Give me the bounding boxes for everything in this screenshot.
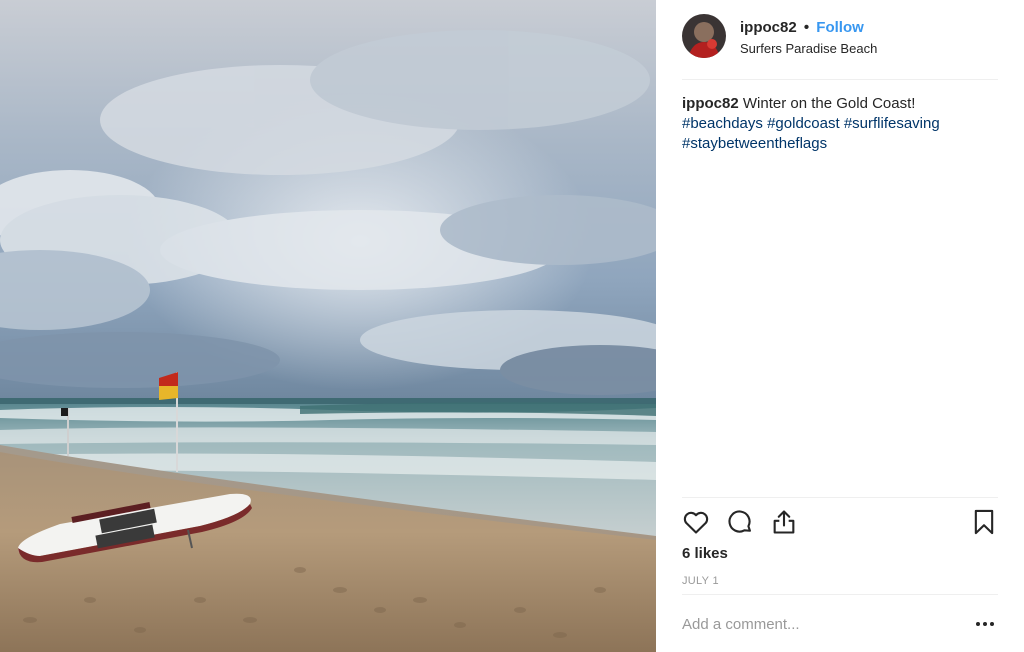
post-action-bar xyxy=(682,497,998,547)
post-header: ippoc82 • Follow Surfers Paradise Beach xyxy=(682,14,998,80)
heart-icon xyxy=(683,511,709,534)
location-link[interactable]: Surfers Paradise Beach xyxy=(740,41,877,56)
caption-text: Winter on the Gold Coast! xyxy=(742,95,916,112)
caption-username[interactable]: ippoc82 xyxy=(682,95,739,112)
like-button[interactable] xyxy=(682,508,710,536)
more-dots-icon xyxy=(976,622,994,626)
post-date: JULY 1 xyxy=(682,575,719,587)
hashtag-link[interactable]: #goldcoast xyxy=(767,115,840,132)
share-button[interactable] xyxy=(770,508,798,536)
username-follow-line: ippoc82 • Follow xyxy=(740,19,864,37)
avatar-image-icon xyxy=(682,14,726,58)
more-options-button[interactable] xyxy=(974,615,996,633)
hashtag-link[interactable]: #staybetweentheflags xyxy=(682,135,827,152)
comment-section xyxy=(682,594,998,652)
post-caption: ippoc82 Winter on the Gold Coast! #beach… xyxy=(682,94,992,154)
post-detail-panel: ippoc82 • Follow Surfers Paradise Beach … xyxy=(656,0,1024,652)
comment-input[interactable] xyxy=(682,613,962,635)
save-button[interactable] xyxy=(970,508,998,536)
comment-button[interactable] xyxy=(726,508,754,536)
hashtag-link[interactable]: #surflifesaving xyxy=(844,115,940,132)
comment-bubble-icon xyxy=(728,510,751,533)
share-upload-icon xyxy=(773,510,795,534)
beach-photo-image xyxy=(0,0,656,652)
hashtag-link[interactable]: #beachdays xyxy=(682,115,763,132)
author-username[interactable]: ippoc82 xyxy=(740,19,797,36)
separator-dot: • xyxy=(803,19,810,36)
bookmark-icon xyxy=(974,509,994,535)
post-photo[interactable] xyxy=(0,0,656,652)
follow-button[interactable]: Follow xyxy=(816,19,864,36)
likes-count[interactable]: 6 likes xyxy=(682,545,728,562)
profile-avatar[interactable] xyxy=(682,14,726,58)
